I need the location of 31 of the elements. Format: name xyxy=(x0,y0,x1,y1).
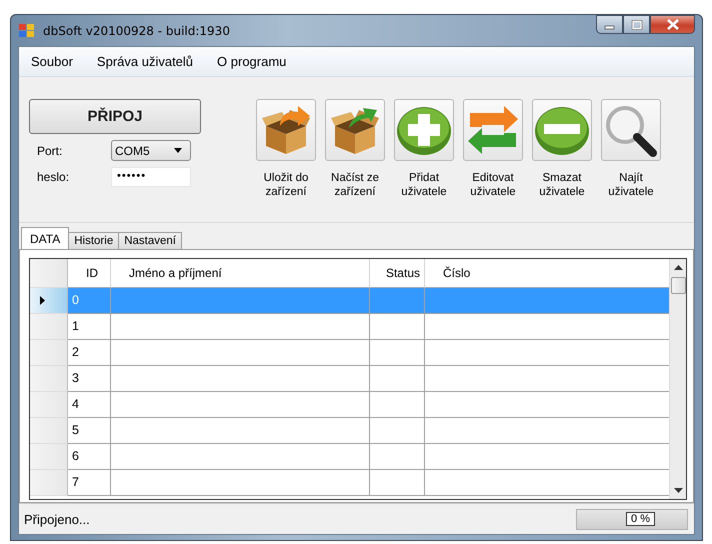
toolbar-label: Editovat uživatele xyxy=(470,171,516,199)
tab[interactable]: Historie xyxy=(68,232,120,249)
window-title: dbSoft v20100928 - build:1930 xyxy=(43,24,231,38)
connect-button[interactable]: PŘIPOJ xyxy=(29,99,201,134)
password-label: heslo: xyxy=(36,170,70,184)
menu-item[interactable]: Soubor xyxy=(31,54,73,69)
password-field[interactable]: •••••• xyxy=(111,167,191,187)
table-cell: 0 xyxy=(68,288,111,314)
table-cell: 7 xyxy=(68,470,111,496)
table-cell: 1 xyxy=(68,314,111,340)
toolbar-label: Smazat uživatele xyxy=(539,171,585,199)
table-cell: 3 xyxy=(68,366,111,392)
menu-item[interactable]: Správa uživatelů xyxy=(96,54,194,69)
table-cell: 4 xyxy=(68,392,111,418)
toolbar-label: Uložit do zařízení xyxy=(264,171,308,199)
status-text: Připojeno... xyxy=(24,512,90,526)
column-header[interactable]: Jméno a příjmení xyxy=(111,259,370,288)
column-header[interactable]: Status xyxy=(370,259,425,288)
progress-text: 0 % xyxy=(626,512,655,526)
toolbar-label: Přidat uživatele xyxy=(401,171,447,199)
port-label: Port: xyxy=(36,144,64,158)
toolbar-label: Najít uživatele xyxy=(608,171,654,199)
table-cell: 5 xyxy=(68,418,111,444)
column-header[interactable]: ID xyxy=(68,259,111,288)
table-cell: 2 xyxy=(68,340,111,366)
tab[interactable]: DATA xyxy=(21,227,70,249)
toolbar-label: Načíst ze zařízení xyxy=(331,171,379,199)
port-dropdown[interactable]: COM5 xyxy=(111,140,191,161)
tab[interactable]: Nastavení xyxy=(118,232,182,249)
menu-item[interactable]: O programu xyxy=(217,54,286,69)
table-cell: 6 xyxy=(68,444,111,470)
